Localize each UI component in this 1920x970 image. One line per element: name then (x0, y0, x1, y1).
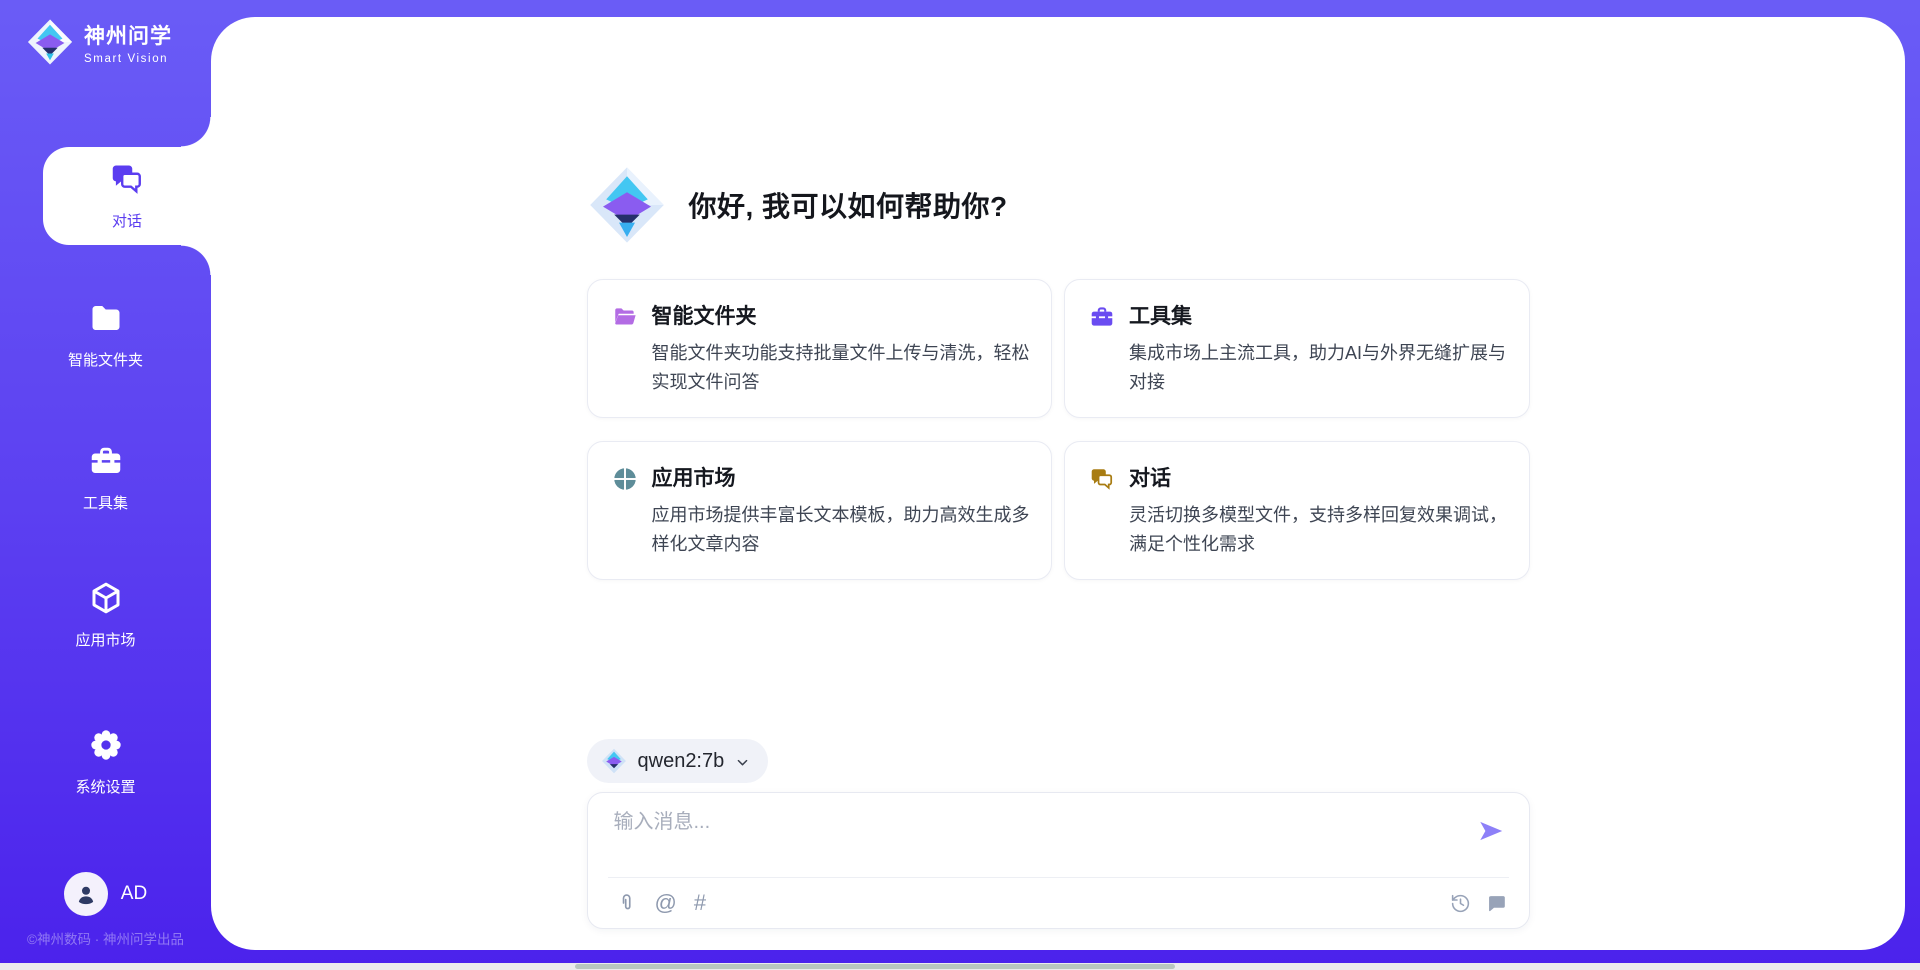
gear-icon (88, 727, 124, 767)
cube-icon (88, 580, 124, 620)
chat-icon (1089, 466, 1115, 492)
card-app-market[interactable]: 应用市场 应用市场提供丰富长文本模板，助力高效生成多样化文章内容 (587, 441, 1053, 580)
card-title: 工具集 (1129, 302, 1509, 332)
chevron-down-icon (735, 755, 750, 770)
sidebar-footer: ©神州数码 · 神州问学出品 (0, 928, 211, 948)
sidebar-item-label: 系统设置 (75, 776, 135, 797)
apps-grid-icon (612, 466, 638, 492)
user-account[interactable]: AD (0, 872, 211, 916)
history-icon[interactable] (1450, 893, 1471, 914)
card-smart-folder[interactable]: 智能文件夹 智能文件夹功能支持批量文件上传与清洗，轻松实现文件问答 (587, 279, 1053, 418)
user-name: AD (121, 883, 147, 905)
message-icon[interactable] (1486, 893, 1507, 914)
toolbox-icon (88, 443, 124, 483)
model-logo-icon (601, 748, 627, 774)
brand-name: 神州问学 (84, 20, 172, 50)
sidebar-item-settings[interactable]: 系统设置 (0, 713, 211, 811)
briefcase-icon (1089, 304, 1115, 330)
horizontal-scrollbar[interactable] (0, 963, 1920, 970)
card-toolset[interactable]: 工具集 集成市场上主流工具，助力AI与外界无缝扩展与对接 (1064, 279, 1530, 418)
main-panel: 你好, 我可以如何帮助你? 智能文件夹 智能文件夹功能支持批量文件上传与清洗，轻… (211, 17, 1905, 950)
sidebar: 神州问学 Smart Vision 对话 智能文件夹 (0, 0, 211, 970)
sidebar-item-app-market[interactable]: 应用市场 (0, 566, 211, 664)
brand: 神州问学 Smart Vision (26, 18, 172, 66)
message-input-card: @ # (587, 792, 1530, 929)
sidebar-item-label: 智能文件夹 (68, 349, 143, 370)
brand-subtitle: Smart Vision (84, 53, 172, 65)
hash-tag-button[interactable]: # (694, 892, 706, 914)
send-icon (1477, 817, 1505, 845)
sidebar-item-label: 工具集 (83, 492, 128, 513)
avatar (64, 872, 108, 916)
card-description: 集成市场上主流工具，助力AI与外界无缝扩展与对接 (1129, 339, 1509, 397)
app-diamond-logo-icon (587, 165, 667, 245)
at-mention-button[interactable]: @ (655, 892, 677, 914)
composer: qwen2:7b @ (587, 739, 1530, 929)
horizontal-scrollbar-thumb[interactable] (575, 964, 1175, 969)
sidebar-item-toolset[interactable]: 工具集 (0, 429, 211, 527)
brand-diamond-logo-icon (26, 18, 74, 66)
page-title: 你好, 我可以如何帮助你? (689, 185, 1008, 225)
sidebar-item-label: 对话 (112, 210, 142, 231)
card-description: 灵活切换多模型文件，支持多样回复效果调试，满足个性化需求 (1129, 501, 1509, 559)
greeting-block: 你好, 我可以如何帮助你? (587, 165, 1530, 245)
model-name: qwen2:7b (638, 750, 725, 773)
feature-cards: 智能文件夹 智能文件夹功能支持批量文件上传与清洗，轻松实现文件问答 (587, 279, 1530, 580)
person-icon (73, 881, 99, 907)
message-input[interactable] (614, 811, 1507, 834)
active-tab-corner-bottom (181, 245, 211, 275)
card-title: 应用市场 (652, 464, 1032, 494)
folder-open-icon (612, 304, 638, 330)
send-button[interactable] (1477, 817, 1505, 845)
card-description: 智能文件夹功能支持批量文件上传与清洗，轻松实现文件问答 (652, 339, 1032, 397)
active-tab-corner-top (181, 117, 211, 147)
chat-icon (109, 161, 145, 201)
card-title: 智能文件夹 (652, 302, 1032, 332)
card-title: 对话 (1129, 464, 1509, 494)
sidebar-item-smart-folder[interactable]: 智能文件夹 (0, 286, 211, 384)
folder-icon (88, 300, 124, 340)
paperclip-icon[interactable] (616, 892, 638, 914)
card-description: 应用市场提供丰富长文本模板，助力高效生成多样化文章内容 (652, 501, 1032, 559)
model-selector[interactable]: qwen2:7b (587, 739, 769, 783)
sidebar-item-chat[interactable]: 对话 (43, 147, 211, 245)
sidebar-item-label: 应用市场 (75, 629, 135, 650)
card-chat[interactable]: 对话 灵活切换多模型文件，支持多样回复效果调试，满足个性化需求 (1064, 441, 1530, 580)
